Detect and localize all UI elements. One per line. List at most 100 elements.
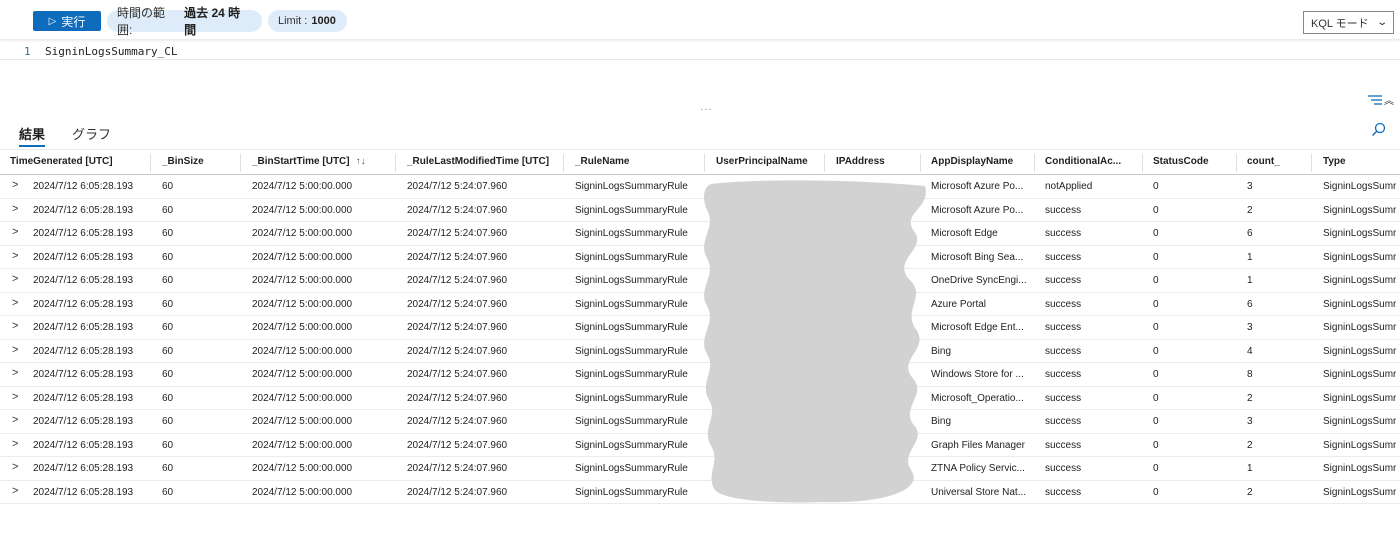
expand-row-chevron-icon[interactable]: > — [12, 297, 18, 309]
col-status-code-cell: 0 — [1153, 416, 1159, 427]
col-conditional-access-cell: success — [1045, 228, 1082, 239]
column-resize-handle[interactable] — [824, 154, 825, 172]
column-resize-handle[interactable] — [1236, 154, 1237, 172]
col-rule-name-cell: SigninLogsSummaryRule — [575, 345, 688, 357]
col-count-cell: 8 — [1247, 369, 1253, 380]
collapse-up-icon[interactable]: ︽ — [1384, 92, 1394, 107]
table-row[interactable]: >2024/7/12 6:05:28.193 60 2024/7/12 5:00:0… — [0, 222, 1400, 246]
col-rule-name-cell: SigninLogsSummaryRule — [575, 251, 688, 263]
col-status-code-header[interactable]: StatusCode — [1153, 156, 1209, 167]
query-text[interactable]: SigninLogsSummary_CL — [45, 45, 177, 58]
pane-splitter[interactable]: ··· — [700, 104, 713, 115]
search-icon[interactable] — [1371, 122, 1387, 138]
table-header: TimeGenerated [UTC] _BinSize _BinStartTime… — [0, 149, 1400, 175]
column-resize-handle[interactable] — [563, 154, 564, 172]
expand-row-chevron-icon[interactable]: > — [12, 438, 18, 450]
col-conditional-access-header[interactable]: ConditionalAc... — [1045, 156, 1121, 167]
col-bin-size-cell: 60 — [162, 439, 174, 451]
column-resize-handle[interactable] — [1311, 154, 1312, 172]
col-status-code-cell: 0 — [1153, 486, 1159, 498]
column-resize-handle[interactable] — [1142, 154, 1143, 172]
col-bin-size-cell: 60 — [162, 392, 174, 404]
limit-picker[interactable]: Limit : 1000 — [268, 10, 347, 32]
col-user-principal-name-header[interactable]: UserPrincipalName — [716, 156, 808, 167]
col-type-header[interactable]: Type — [1323, 156, 1346, 167]
expand-row-chevron-icon[interactable]: > — [12, 344, 18, 356]
column-resize-handle[interactable] — [240, 154, 241, 172]
table-row[interactable]: >2024/7/12 6:05:28.193 60 2024/7/12 5:00:0… — [0, 340, 1400, 363]
col-app-display-name-header[interactable]: AppDisplayName — [931, 156, 1013, 167]
table-row[interactable]: >2024/7/12 6:05:28.193 60 2024/7/12 5:00:0… — [0, 363, 1400, 387]
query-toolbar: ▷ 実行 時間の範囲: 過去 24 時間 Limit : 1000 KQL モー… — [0, 0, 1400, 40]
col-count-header[interactable]: count_ — [1247, 156, 1280, 167]
col-count-cell: 6 — [1247, 228, 1253, 239]
expand-row-chevron-icon[interactable]: > — [12, 367, 18, 379]
col-bin-start-time-header[interactable]: _BinStartTime [UTC] ↑↓ — [252, 156, 366, 167]
column-resize-handle[interactable] — [150, 154, 151, 172]
col-ip-address-header[interactable]: IPAddress — [836, 156, 885, 167]
col-time-generated-cell: 2024/7/12 6:05:28.193 — [33, 181, 134, 192]
col-bin-size-header[interactable]: _BinSize — [162, 156, 204, 167]
tab-results[interactable]: 結果 — [19, 124, 46, 147]
expand-row-chevron-icon[interactable]: > — [12, 226, 18, 238]
col-bin-start-time-cell: 2024/7/12 5:00:00.000 — [252, 439, 353, 451]
format-lines-icon[interactable] — [1368, 95, 1382, 105]
table-row[interactable]: >2024/7/12 6:05:28.193 60 2024/7/12 5:00:0… — [0, 387, 1400, 410]
table-row[interactable]: >2024/7/12 6:05:28.193 60 2024/7/12 5:00:0… — [0, 481, 1400, 504]
table-row[interactable]: >2024/7/12 6:05:28.193 60 2024/7/12 5:00:0… — [0, 246, 1400, 269]
table-row[interactable]: >2024/7/12 6:05:28.193 60 2024/7/12 5:00:0… — [0, 316, 1400, 340]
col-conditional-access-cell: success — [1045, 204, 1082, 216]
col-time-generated-cell: 2024/7/12 6:05:28.193 — [33, 392, 134, 404]
column-resize-handle[interactable] — [920, 154, 921, 172]
expand-row-chevron-icon[interactable]: > — [12, 461, 18, 473]
col-bin-size-cell: 60 — [162, 369, 174, 380]
tab-chart[interactable]: グラフ — [72, 124, 111, 144]
col-count-cell: 1 — [1247, 251, 1253, 263]
time-range-picker[interactable]: 時間の範囲: 過去 24 時間 — [107, 6, 262, 37]
col-count-cell: 3 — [1247, 416, 1253, 427]
col-time-generated-cell: 2024/7/12 6:05:28.193 — [33, 298, 134, 310]
col-time-generated-header[interactable]: TimeGenerated [UTC] — [10, 156, 113, 167]
expand-row-chevron-icon[interactable]: > — [12, 485, 18, 497]
expand-row-chevron-icon[interactable]: > — [12, 250, 18, 262]
sort-icon[interactable]: ↑↓ — [356, 156, 366, 167]
table-row[interactable]: >2024/7/12 6:05:28.193 60 2024/7/12 5:00:0… — [0, 457, 1400, 481]
column-resize-handle[interactable] — [1034, 154, 1035, 172]
column-header-label: count_ — [1247, 156, 1280, 167]
col-app-display-name-cell: Windows Store for ... — [931, 369, 1024, 380]
table-row[interactable]: >2024/7/12 6:05:28.193 60 2024/7/12 5:00:0… — [0, 175, 1400, 199]
col-count-cell: 1 — [1247, 463, 1253, 474]
col-time-generated-cell: 2024/7/12 6:05:28.193 — [33, 463, 134, 474]
col-type-cell: SigninLogsSumr — [1323, 392, 1397, 404]
col-rule-last-modified-header[interactable]: _RuleLastModifiedTime [UTC] — [407, 156, 549, 167]
col-rule-name-cell: SigninLogsSummaryRule — [575, 486, 688, 498]
expand-row-chevron-icon[interactable]: > — [12, 203, 18, 215]
column-resize-handle[interactable] — [704, 154, 705, 172]
expand-row-chevron-icon[interactable]: > — [12, 273, 18, 285]
col-rule-last-modified-cell: 2024/7/12 5:24:07.960 — [407, 369, 508, 380]
col-status-code-cell: 0 — [1153, 298, 1159, 310]
col-rule-last-modified-cell: 2024/7/12 5:24:07.960 — [407, 181, 508, 192]
col-conditional-access-cell: success — [1045, 486, 1082, 498]
query-editor[interactable]: 1 SigninLogsSummary_CL — [0, 42, 1400, 60]
table-row[interactable]: >2024/7/12 6:05:28.193 60 2024/7/12 5:00:0… — [0, 293, 1400, 316]
col-bin-start-time-cell: 2024/7/12 5:00:00.000 — [252, 298, 353, 310]
table-row[interactable]: >2024/7/12 6:05:28.193 60 2024/7/12 5:00:0… — [0, 269, 1400, 293]
expand-row-chevron-icon[interactable]: > — [12, 414, 18, 426]
time-range-label: 時間の範囲: — [117, 6, 166, 37]
run-button[interactable]: ▷ 実行 — [33, 11, 101, 31]
run-button-label: 実行 — [61, 14, 86, 29]
expand-row-chevron-icon[interactable]: > — [12, 391, 18, 403]
table-row[interactable]: >2024/7/12 6:05:28.193 60 2024/7/12 5:00:0… — [0, 410, 1400, 434]
col-rule-last-modified-cell: 2024/7/12 5:24:07.960 — [407, 275, 508, 286]
column-resize-handle[interactable] — [395, 154, 396, 172]
col-bin-start-time-cell: 2024/7/12 5:00:00.000 — [252, 204, 353, 216]
expand-row-chevron-icon[interactable]: > — [12, 179, 18, 191]
col-rule-name-header[interactable]: _RuleName — [575, 156, 629, 167]
col-app-display-name-cell: Bing — [931, 416, 952, 427]
mode-select[interactable]: KQL モード ⌄ — [1303, 11, 1394, 34]
table-row[interactable]: >2024/7/12 6:05:28.193 60 2024/7/12 5:00:0… — [0, 199, 1400, 222]
col-bin-start-time-cell: 2024/7/12 5:00:00.000 — [252, 251, 353, 263]
table-row[interactable]: >2024/7/12 6:05:28.193 60 2024/7/12 5:00:0… — [0, 434, 1400, 457]
expand-row-chevron-icon[interactable]: > — [12, 320, 18, 332]
